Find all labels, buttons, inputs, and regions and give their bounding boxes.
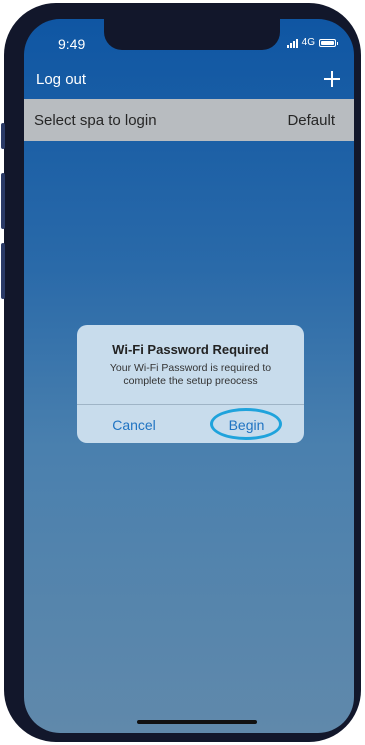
- select-spa-label: Select spa to login: [34, 111, 157, 129]
- screen: 9:49 4G Log out Select spa to login Defa…: [24, 19, 354, 733]
- status-indicators: 4G: [286, 37, 338, 48]
- side-button-silent: [1, 123, 5, 149]
- phone-frame: 9:49 4G Log out Select spa to login Defa…: [1, 3, 361, 742]
- dialog-title: Wi-Fi Password Required: [112, 342, 269, 357]
- dialog-divider: [77, 404, 304, 405]
- wifi-password-dialog: Wi-Fi Password Required Your Wi-Fi Passw…: [77, 325, 304, 443]
- select-spa-row[interactable]: Select spa to login Default: [24, 99, 354, 141]
- logout-button[interactable]: Log out: [36, 71, 86, 88]
- select-spa-value: Default: [287, 111, 335, 129]
- status-time: 9:49: [58, 36, 86, 52]
- battery-icon: [319, 38, 338, 47]
- begin-highlight-circle: [210, 408, 282, 440]
- side-button-volume-down: [1, 243, 5, 299]
- plus-icon[interactable]: [322, 69, 342, 89]
- home-indicator[interactable]: [137, 720, 257, 724]
- nav-bar: Log out: [24, 63, 354, 99]
- side-button-volume-up: [1, 173, 5, 229]
- signal-icon: [286, 38, 298, 48]
- notch: [104, 19, 280, 50]
- network-type: 4G: [301, 37, 315, 48]
- dialog-message: Your Wi-Fi Password is required to compl…: [109, 362, 272, 387]
- cancel-button[interactable]: Cancel: [91, 413, 177, 437]
